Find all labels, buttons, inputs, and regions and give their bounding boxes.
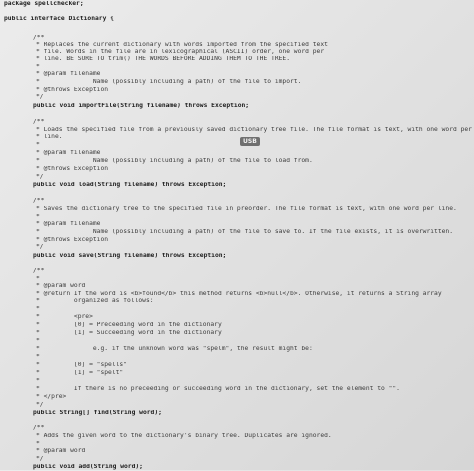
code-line: * Adds the given word to the dictionary'…: [36, 433, 332, 439]
code-line: * [1] = Succeeding word in the dictionar…: [36, 330, 222, 336]
code-line: * </pre>: [36, 394, 67, 400]
code-line: * @throws Exception: [36, 87, 109, 93]
code-line: *: [36, 441, 40, 447]
usb-tooltip: USB: [240, 137, 260, 146]
code-line: * @param filename: [36, 71, 101, 77]
code-line: * [0] = "spells": [36, 362, 127, 368]
code-line: * Replaces the current dictionary with w…: [36, 42, 328, 48]
code-line: * Loads the specified file from a previo…: [36, 127, 472, 133]
code-line: * @throws Exception: [36, 237, 109, 243]
code-line: public void importFile(String filename) …: [33, 103, 250, 109]
code-line: *: [36, 214, 40, 220]
code-line: * @param word: [36, 448, 86, 454]
code-line: */: [36, 94, 44, 100]
code-line: * organized as follows:: [36, 298, 154, 304]
code-line: public void load(String filename) throws…: [33, 182, 227, 188]
code-line: package spellchecker;: [4, 1, 84, 7]
code-line: *: [36, 338, 40, 344]
code-line: *: [36, 276, 40, 282]
code-line: public void save(String filename) throws…: [33, 253, 227, 259]
code-line: *: [36, 142, 40, 148]
code-line: * If there is no preceeding or succeedin…: [36, 386, 400, 392]
code-line: *: [36, 354, 40, 360]
code-line: * line. BE SURE TO trim() THE WORDS BEFO…: [36, 56, 291, 62]
code-line: * @return If the word is <b>found</b> th…: [36, 291, 442, 297]
code-line: * [1] = "spelt": [36, 370, 124, 376]
code-line: /**: [33, 425, 45, 431]
code-line: /**: [33, 268, 45, 274]
code-line: */: [36, 456, 44, 462]
code-line: */: [36, 244, 44, 250]
code-line: /**: [33, 119, 45, 125]
code-line: *: [36, 64, 40, 70]
code-line: * @param word: [36, 283, 86, 289]
code-line: /**: [33, 198, 45, 204]
code-line: * Name (possibly including a path) of th…: [36, 79, 302, 85]
code-line: * Name (possibly including a path) of th…: [36, 158, 313, 164]
code-line: * @throws Exception: [36, 166, 109, 172]
code-line: * <pre>: [36, 314, 93, 320]
code-line: *: [36, 378, 40, 384]
code-line: */: [36, 402, 44, 408]
code-line: public interface Dictionary {: [4, 16, 114, 22]
code-line: public String[] find(String word);: [33, 410, 162, 416]
code-line: * [0] = Preceeding word in the dictionar…: [36, 322, 222, 328]
code-line: * @param filename: [36, 221, 101, 227]
code-line: * line.: [36, 134, 63, 140]
code-line: * file. Words in the file are in lexicog…: [36, 49, 325, 55]
code-line: */: [36, 174, 44, 180]
code-line: *: [36, 306, 40, 312]
code-line: * @param filename: [36, 150, 101, 156]
code-line: /**: [33, 35, 45, 41]
code-editor[interactable]: package spellchecker; public interface Di…: [0, 0, 474, 470]
code-line: * Name (possibly including a path) of th…: [36, 229, 454, 235]
code-line: * e.g. if the unknown word was "spelm", …: [36, 346, 313, 352]
code-line: * Saves the dictionary tree to the speci…: [36, 206, 457, 212]
